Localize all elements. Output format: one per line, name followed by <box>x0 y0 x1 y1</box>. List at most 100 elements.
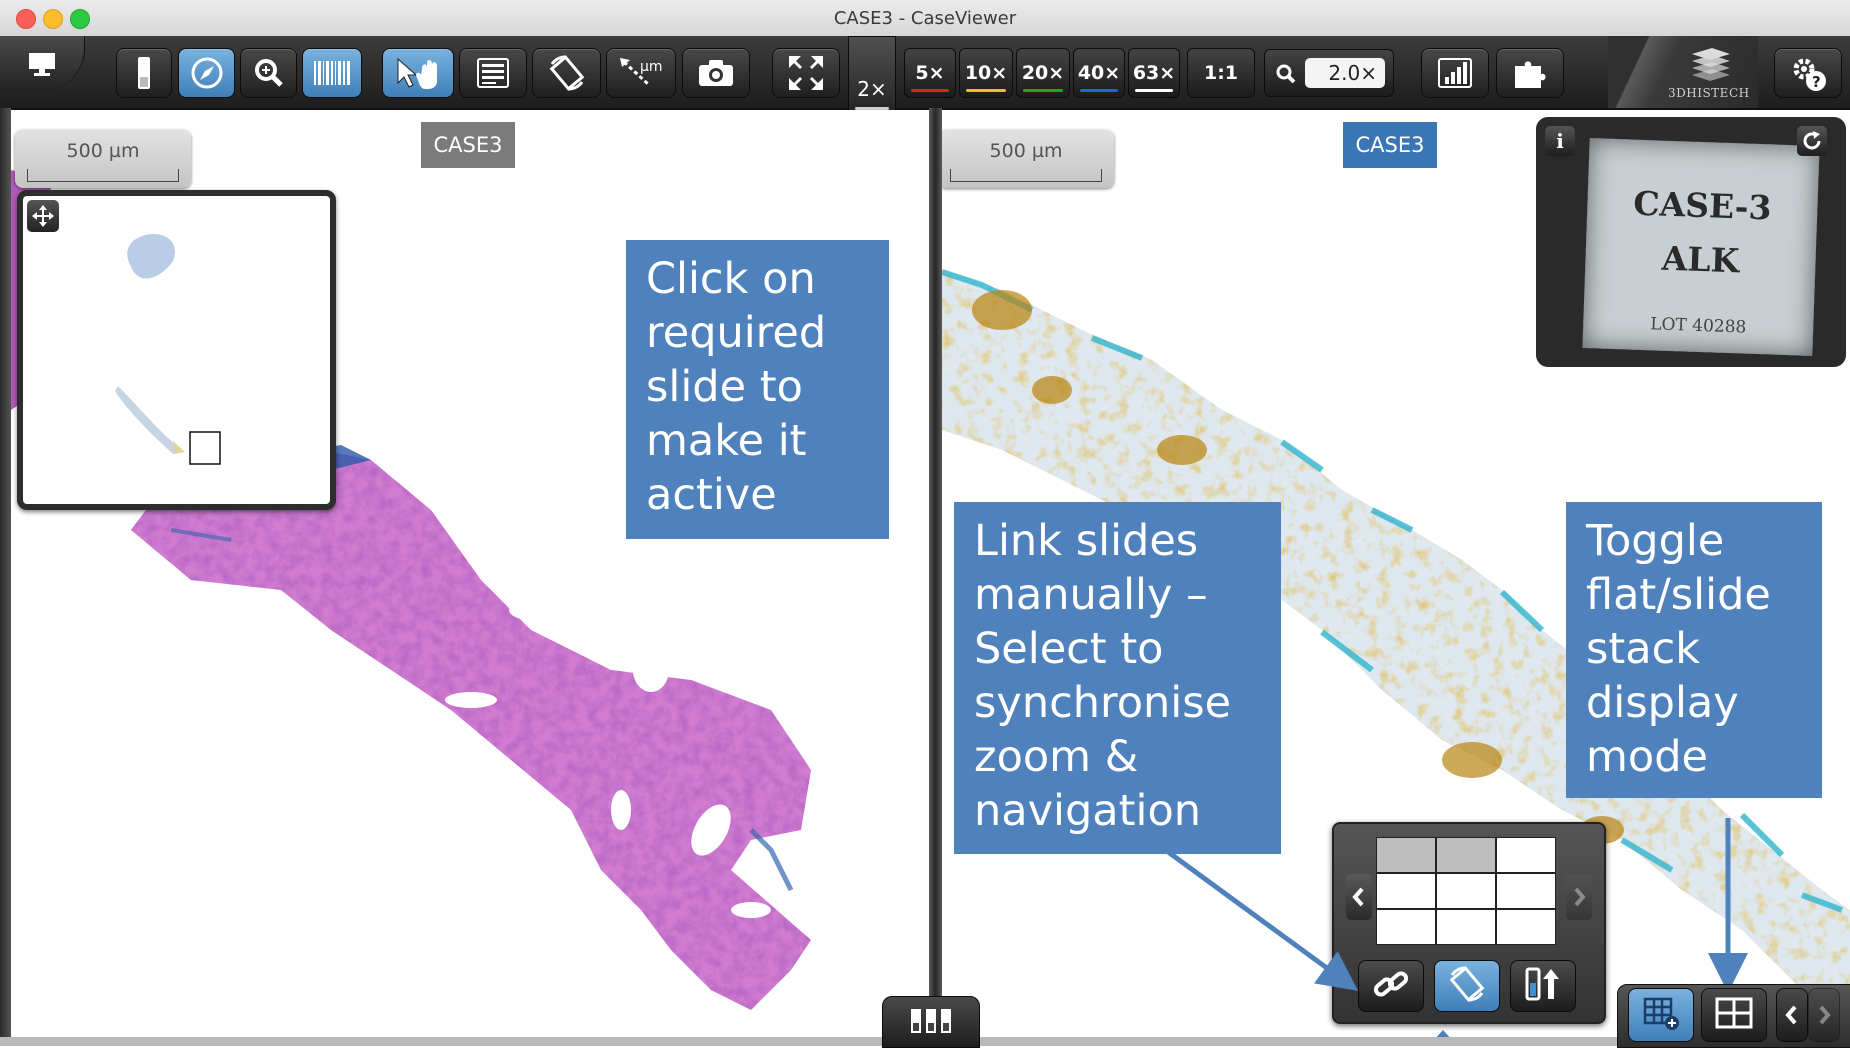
barcode-icon <box>312 58 352 88</box>
chevron-left-icon[interactable] <box>1346 874 1372 920</box>
grid-cell[interactable] <box>1496 837 1556 873</box>
refresh-icon[interactable] <box>1797 126 1827 156</box>
slide-label-photo: CASE-3 ALK LOT 40288 <box>1582 138 1820 356</box>
chevron-right-icon[interactable] <box>1808 988 1840 1042</box>
plugins-button[interactable] <box>1496 48 1564 98</box>
slide-up-icon <box>1523 965 1563 1008</box>
callout-link-slides: Link slides manually – Select to synchro… <box>954 502 1281 854</box>
slide-overview-navigator[interactable] <box>17 190 336 510</box>
grid-cell[interactable] <box>1376 909 1436 945</box>
label-line-3: LOT 40288 <box>1649 314 1747 338</box>
list-icon <box>476 57 510 89</box>
fullscreen-button[interactable] <box>772 48 840 98</box>
mag-label: 5× <box>915 62 945 84</box>
viewer-divider[interactable] <box>929 108 942 1046</box>
barcode-button[interactable] <box>302 48 362 98</box>
label-line-2: ALK <box>1661 238 1740 281</box>
mag-label: 20× <box>1021 62 1065 84</box>
scale-bar: 500 µm <box>942 130 1114 188</box>
mag-63x-button[interactable]: 63× <box>1128 48 1180 98</box>
scale-bar-label: 500 µm <box>66 140 140 162</box>
grid-cell[interactable] <box>1376 873 1436 909</box>
grid-cell[interactable] <box>1436 837 1496 873</box>
stack-grid-icon <box>1641 995 1681 1036</box>
navigator-button[interactable] <box>178 48 235 98</box>
svg-text:?: ? <box>1812 73 1821 91</box>
brand-area: 3DHISTECH <box>1608 36 1758 108</box>
mag-20x-button[interactable]: 20× <box>1016 48 1070 98</box>
grid-cell[interactable] <box>1496 909 1556 945</box>
puzzle-icon <box>1511 56 1549 90</box>
four-panel-icon <box>1714 996 1754 1035</box>
zoom-search-icon <box>1276 64 1296 84</box>
mag-color-bar <box>911 89 949 92</box>
zoom-control: 2.0× <box>1264 49 1394 97</box>
chevron-left-icon[interactable] <box>1776 988 1808 1042</box>
annotations-list-button[interactable] <box>459 48 527 98</box>
link-icon <box>1371 966 1411 1007</box>
layout-grid <box>1376 837 1558 947</box>
svg-text:µm: µm <box>640 59 663 75</box>
one-to-one-label: 1:1 <box>1203 62 1239 84</box>
mag-10x-button[interactable]: 10× <box>959 48 1013 98</box>
zoom-input[interactable]: 2.0× <box>1305 58 1385 88</box>
scale-ruler <box>27 169 179 182</box>
window-title: CASE3 - CaseViewer <box>833 8 1017 29</box>
mag-40x-button[interactable]: 40× <box>1073 48 1125 98</box>
slide-tag-active[interactable]: CASE3 <box>1343 122 1437 168</box>
camera-icon <box>697 58 735 88</box>
settings-help-button[interactable]: ? <box>1774 48 1842 98</box>
mag-color-bar <box>1135 89 1173 92</box>
grid-cell[interactable] <box>1496 873 1556 909</box>
title-bar: CASE3 - CaseViewer <box>0 0 1850 37</box>
chevron-right-icon[interactable] <box>1566 874 1592 920</box>
flat-mode-button[interactable] <box>1701 988 1767 1042</box>
slide-order-button[interactable] <box>1510 960 1576 1012</box>
current-magnification: 2× <box>857 77 887 101</box>
3dhistech-logo-icon <box>1692 48 1730 81</box>
fullscreen-icon <box>786 53 826 93</box>
callout-activate-slide: Click on required slide to make it activ… <box>626 240 889 539</box>
slide-icon <box>134 55 154 91</box>
viewport-indicator[interactable] <box>189 431 221 465</box>
brand-name: 3DHISTECH <box>1668 86 1750 100</box>
overview-thumbnail-image <box>115 233 221 465</box>
mag-color-bar <box>966 89 1006 92</box>
mag-color-bar <box>1080 89 1118 92</box>
grid-cell[interactable] <box>1376 837 1436 873</box>
info-icon[interactable]: i <box>1545 126 1575 156</box>
slide-tray-icon <box>908 1005 954 1040</box>
sync-rotation-button[interactable] <box>1434 960 1500 1012</box>
slide-label-image: CASE-3 ALK LOT 40288 i <box>1536 117 1846 367</box>
grid-cell[interactable] <box>1436 873 1496 909</box>
bar-chart-icon <box>1437 57 1473 89</box>
rotate-slide-icon <box>547 54 587 92</box>
compass-icon <box>189 55 225 91</box>
one-to-one-button[interactable]: 1:1 <box>1187 48 1255 98</box>
mag-label: 10× <box>964 62 1008 84</box>
scale-ruler <box>950 169 1102 182</box>
grid-cell[interactable] <box>1436 909 1496 945</box>
slide-stack-mode-button[interactable] <box>1628 988 1694 1042</box>
magnifier-button[interactable] <box>240 48 297 98</box>
mag-color-bar <box>1023 89 1063 92</box>
slide-tag[interactable]: CASE3 <box>421 122 515 168</box>
mag-5x-button[interactable]: 5× <box>904 48 956 98</box>
label-line-1: CASE-3 <box>1632 183 1773 228</box>
scale-bar-label: 500 µm <box>989 140 1063 162</box>
sync-rotate-icon <box>1447 965 1487 1008</box>
measure-button[interactable]: µm <box>606 48 676 98</box>
pointer-pan-button[interactable] <box>382 48 454 98</box>
slide-view-button[interactable] <box>116 48 172 98</box>
statistics-button[interactable] <box>1421 48 1489 98</box>
left-frame <box>0 108 11 1046</box>
slide-tray-toggle-button[interactable] <box>882 996 980 1048</box>
link-slides-button[interactable] <box>1358 960 1424 1012</box>
mag-label: 40× <box>1077 62 1121 84</box>
layout-grid-popup <box>1332 822 1606 1024</box>
snapshot-button[interactable] <box>682 48 750 98</box>
pointer-hand-icon <box>392 55 444 91</box>
callout-toggle-display: Toggle flat/slide stack display mode <box>1566 502 1822 798</box>
current-magnification-tab[interactable]: 2× <box>848 36 896 116</box>
rotate-slide-button[interactable] <box>532 48 601 98</box>
